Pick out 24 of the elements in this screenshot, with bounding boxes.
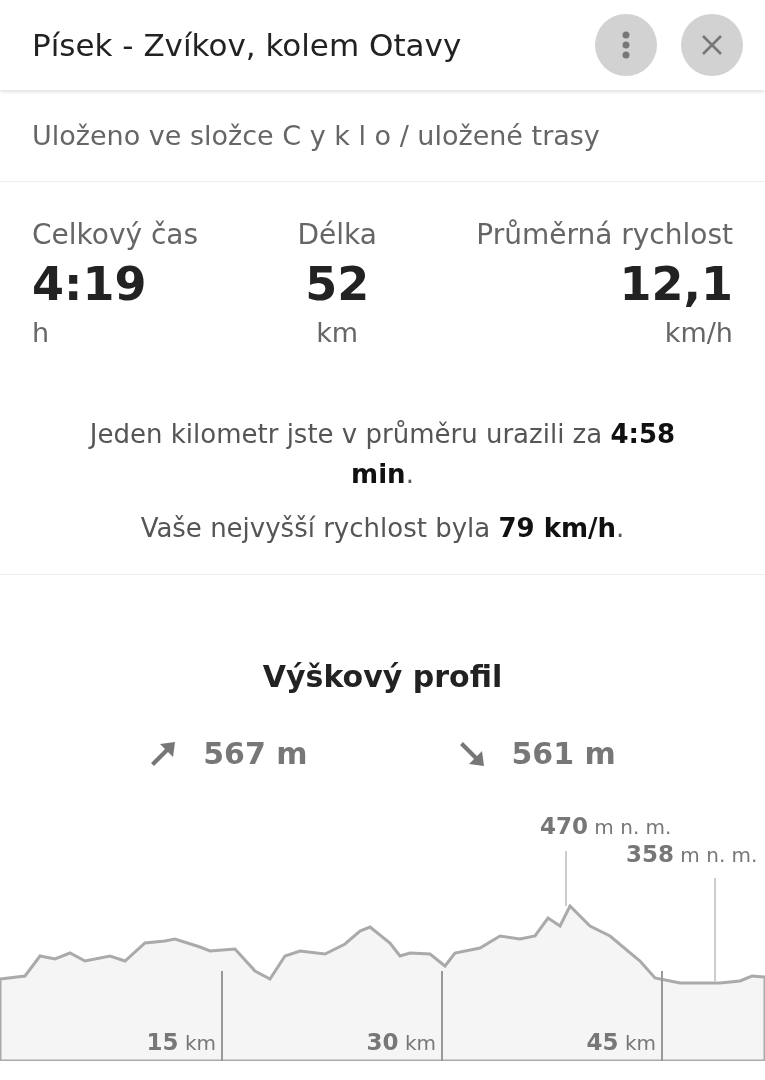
stat-label: Průměrná rychlost	[476, 218, 733, 251]
distance-label: 15 km	[146, 1029, 216, 1055]
more-icon	[622, 31, 630, 59]
stat-unit: km	[316, 317, 359, 348]
ascent-value: 567 m	[203, 736, 308, 771]
up-right-arrow-icon	[149, 739, 178, 768]
route-title: Písek - Zvíkov, kolem Otavy	[32, 27, 463, 63]
elevation-label: 358 m n. m.	[626, 841, 758, 867]
distance-label: 30 km	[366, 1029, 436, 1055]
descent-value: 561 m	[511, 736, 616, 771]
stat-value: 12,1	[619, 257, 733, 311]
distance-label: 45 km	[586, 1029, 656, 1055]
stat-unit: h	[32, 317, 51, 348]
stat-unit: km/h	[664, 317, 733, 348]
summary-sentence: Vaše nejvyšší rychlost byla 79 km/h.	[140, 512, 625, 545]
stat-label: Celkový čas	[32, 218, 199, 251]
summary-sentence: Jeden kilometr jste v průměru urazili za 4:58 min.	[87, 418, 677, 491]
elevation-label: 470 m n. m.	[540, 813, 672, 839]
profile-title: Výškový profil	[262, 659, 503, 694]
close-icon	[701, 34, 723, 56]
stat-label: Délka	[297, 218, 377, 251]
stat-value: 52	[305, 257, 370, 311]
stat-value: 4:19	[32, 257, 148, 311]
folder-path: Uloženo ve složce C y k l o / uložené trasy	[32, 120, 600, 151]
